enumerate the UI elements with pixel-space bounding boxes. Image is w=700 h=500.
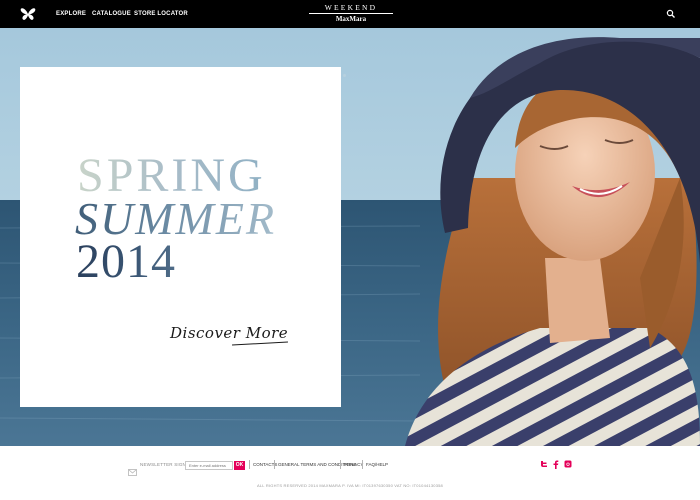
- copyright-text: ALL RIGHTS RESERVED 2014 MAXMARA P. IVA …: [257, 483, 443, 488]
- envelope-icon: [128, 463, 137, 476]
- discover-more-link[interactable]: Discover More: [170, 324, 288, 342]
- twitter-icon[interactable]: [540, 460, 548, 469]
- search-icon[interactable]: [664, 7, 678, 21]
- footer-link-privacy[interactable]: PRIVACY: [344, 462, 363, 467]
- slide-dot-2[interactable]: [343, 74, 346, 77]
- brand-logo[interactable]: WEEKEND MaxMara: [309, 3, 393, 25]
- instagram-icon[interactable]: [564, 460, 572, 469]
- footer-separator: [249, 460, 250, 469]
- top-navigation-bar: EXPLORE CATALOGUE STORE LOCATOR WEEKEND …: [0, 0, 700, 28]
- page-footer: NEWSLETTER SIGN UP OK CONTACTS GENERAL T…: [0, 446, 700, 500]
- brand-name-maxmara: MaxMara: [335, 15, 367, 23]
- brand-divider: [309, 13, 393, 14]
- facebook-icon[interactable]: [552, 460, 560, 469]
- nav-explore[interactable]: EXPLORE: [56, 0, 86, 28]
- nav-catalogue[interactable]: CATALOGUE: [92, 0, 131, 28]
- footer-separator: [362, 460, 363, 469]
- footer-separator: [274, 460, 275, 469]
- newsletter-email-input[interactable]: [185, 461, 233, 470]
- footer-link-faq[interactable]: FAQ/HELP: [366, 462, 388, 467]
- newsletter-ok-button[interactable]: OK: [234, 461, 245, 470]
- discover-underline: [232, 341, 288, 346]
- footer-separator: [340, 460, 341, 469]
- nav-store-locator[interactable]: STORE LOCATOR: [134, 0, 188, 28]
- butterfly-icon[interactable]: [20, 7, 36, 21]
- brand-name-weekend: WEEKEND: [324, 3, 378, 12]
- headline-year: 2014: [76, 235, 176, 288]
- campaign-card[interactable]: SPRING SUMMER 2014 Discover More: [20, 67, 341, 407]
